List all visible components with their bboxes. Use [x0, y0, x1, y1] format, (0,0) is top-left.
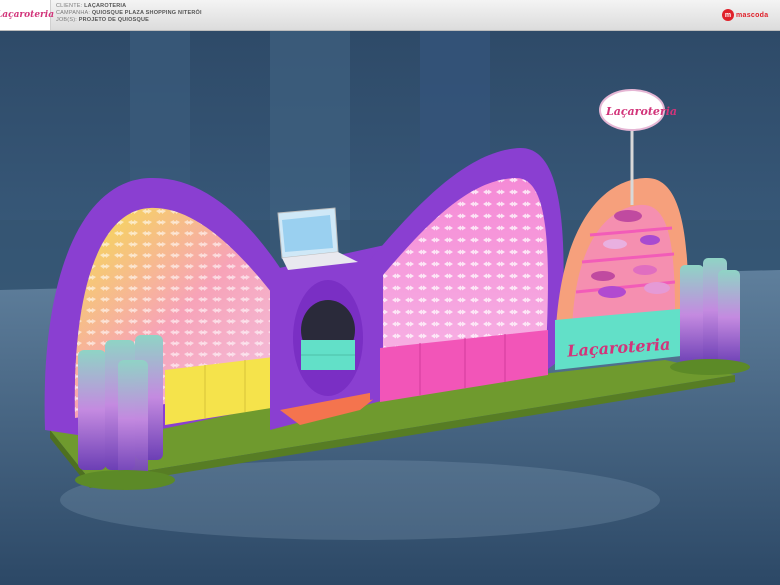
agency-logo-icon: m [722, 9, 734, 21]
header-bar: Laçaroteria CLIENTE: LAÇAROTERIA CAMPANH… [0, 0, 780, 31]
right-tower-base [670, 359, 750, 375]
arch-product-7 [644, 282, 670, 294]
arch-product-3 [640, 235, 660, 245]
cliente-label: CLIENTE: [56, 3, 83, 9]
arch-product-2 [603, 239, 627, 249]
client-logo: Laçaroteria [0, 0, 55, 30]
screenshot-frame: Laçaroteria CLIENTE: LAÇAROTERIA CAMPANH… [0, 0, 780, 585]
left-tower-1 [78, 350, 106, 470]
left-tower-base [75, 470, 175, 490]
laptop-display [282, 215, 333, 252]
arch-product-6 [598, 286, 626, 298]
arch-product-1 [614, 210, 642, 222]
left-tower-4 [118, 360, 148, 478]
agency-logo-text: mascoda [736, 11, 769, 19]
job-value: PROJETO DE QUIOSQUE [78, 17, 150, 23]
campanha-value: QUIOSQUE PLAZA SHOPPING NITERÓI [91, 10, 202, 16]
right-towers [670, 258, 750, 375]
right-tower-3 [718, 270, 740, 365]
agency-logo: m mascoda [722, 4, 772, 26]
right-tower-1 [680, 265, 704, 365]
project-meta: CLIENTE: LAÇAROTERIA CAMPANHA: QUIOSQUE … [56, 3, 202, 24]
campanha-label: CAMPANHA: [56, 10, 91, 16]
arch-product-4 [591, 271, 615, 281]
cliente-value: LAÇAROTERIA [84, 3, 127, 9]
kiosk-render: Laçaroteria Laçaroteria [0, 30, 780, 585]
sign-logo-text: Laçaroteria [605, 105, 677, 118]
arch-product-5 [633, 265, 657, 275]
client-logo-text: Laçaroteria [0, 10, 55, 20]
job-label: JOB(S): [56, 17, 77, 23]
